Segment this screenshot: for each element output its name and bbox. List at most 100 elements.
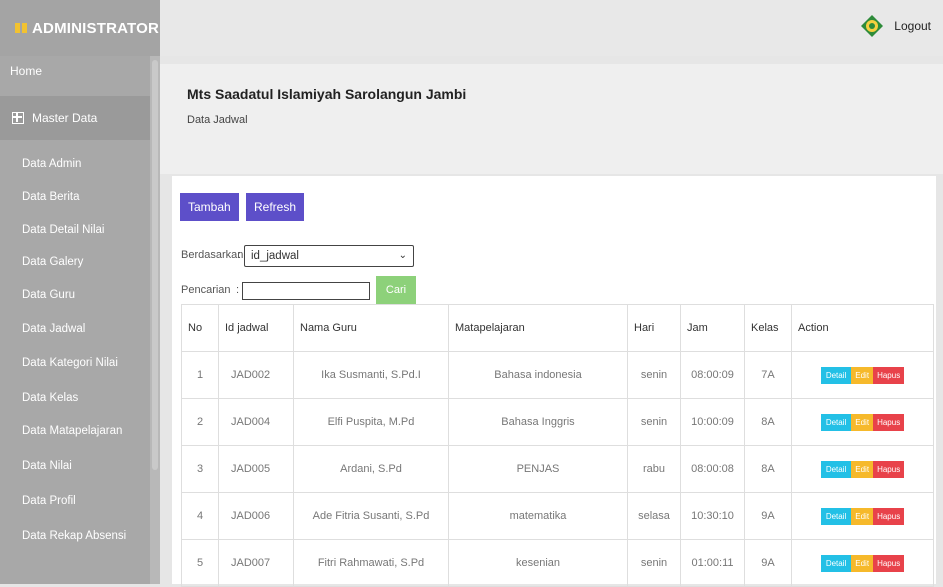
cell-kelas: 9A bbox=[744, 539, 792, 587]
cell-no: 4 bbox=[181, 492, 219, 540]
brand[interactable]: ADMINISTRATOR bbox=[0, 0, 160, 56]
cell-nama-guru: Elfi Puspita, M.Pd bbox=[293, 398, 449, 446]
cell-action: Detail Edit Hapus bbox=[791, 492, 934, 540]
cell-action: Detail Edit Hapus bbox=[791, 351, 934, 399]
cell-nama-guru: Ika Susmanti, S.Pd.I bbox=[293, 351, 449, 399]
page-subtitle: Data Jadwal bbox=[187, 114, 248, 126]
sidebar-item-data-jadwal[interactable]: Data Jadwal bbox=[22, 323, 85, 335]
chevron-down-icon: ⌄ bbox=[398, 250, 407, 261]
detail-button[interactable]: Detail bbox=[820, 460, 852, 478]
col-header-matapelajaran: Matapelajaran bbox=[448, 304, 628, 352]
cell-no: 1 bbox=[181, 351, 219, 399]
sidebar-item-data-nilai[interactable]: Data Nilai bbox=[22, 460, 72, 472]
hapus-button[interactable]: Hapus bbox=[873, 460, 905, 478]
edit-button[interactable]: Edit bbox=[851, 460, 874, 478]
hapus-button[interactable]: Hapus bbox=[873, 413, 905, 431]
table-row: 1 JAD002 Ika Susmanti, S.Pd.I Bahasa indone… bbox=[181, 351, 934, 399]
col-header-kelas: Kelas bbox=[744, 304, 792, 352]
sidebar-item-data-admin[interactable]: Data Admin bbox=[22, 158, 81, 170]
edit-button[interactable]: Edit bbox=[851, 507, 874, 525]
action-group: Detail Edit Hapus bbox=[820, 413, 905, 431]
brand-icon bbox=[15, 23, 27, 33]
cell-kelas: 8A bbox=[744, 445, 792, 493]
berdasarkan-label: Berdasarkan bbox=[181, 249, 244, 261]
cell-action: Detail Edit Hapus bbox=[791, 398, 934, 446]
action-group: Detail Edit Hapus bbox=[820, 507, 905, 525]
table-row: 5 JAD007 Fitri Rahmawati, S.Pd kesenian seni… bbox=[181, 539, 934, 587]
cell-id-jadwal: JAD004 bbox=[218, 398, 294, 446]
sidebar-scroll-thumb[interactable] bbox=[152, 60, 158, 470]
detail-button[interactable]: Detail bbox=[820, 413, 852, 431]
search-input[interactable] bbox=[242, 282, 370, 300]
edit-button[interactable]: Edit bbox=[851, 554, 874, 572]
sidebar-item-master-data[interactable]: Master Data bbox=[0, 96, 150, 140]
sidebar-item-data-matapelajaran[interactable]: Data Matapelajaran bbox=[22, 425, 122, 437]
cell-jam: 08:00:08 bbox=[680, 445, 745, 493]
logout-label: Logout bbox=[894, 19, 931, 33]
sidebar-item-data-berita[interactable]: Data Berita bbox=[22, 191, 80, 203]
brand-title: ADMINISTRATOR bbox=[32, 19, 160, 37]
edit-button[interactable]: Edit bbox=[851, 366, 874, 384]
cell-nama-guru: Fitri Rahmawati, S.Pd bbox=[293, 539, 449, 587]
cell-jam: 10:30:10 bbox=[680, 492, 745, 540]
sidebar-item-data-kategori-nilai[interactable]: Data Kategori Nilai bbox=[22, 357, 118, 369]
table-icon bbox=[12, 112, 24, 124]
page-header: Mts Saadatul Islamiyah Sarolangun Jambi … bbox=[160, 64, 943, 174]
jadwal-table: No Id jadwal Nama Guru Matapelajaran Har… bbox=[181, 304, 934, 587]
cell-id-jadwal: JAD006 bbox=[218, 492, 294, 540]
cell-matapelajaran: Bahasa Inggris bbox=[448, 398, 628, 446]
cari-button[interactable]: Cari bbox=[376, 276, 416, 304]
edit-button[interactable]: Edit bbox=[851, 413, 874, 431]
detail-button[interactable]: Detail bbox=[820, 554, 852, 572]
main-content: Mts Saadatul Islamiyah Sarolangun Jambi … bbox=[160, 56, 943, 587]
detail-button[interactable]: Detail bbox=[820, 366, 852, 384]
table-row: 3 JAD005 Ardani, S.Pd PENJAS rabu 08:00:08 8A D… bbox=[181, 445, 934, 493]
filter-select[interactable]: id_jadwal ⌄ bbox=[244, 245, 414, 267]
tambah-button[interactable]: Tambah bbox=[180, 193, 239, 221]
action-group: Detail Edit Hapus bbox=[820, 460, 905, 478]
cell-nama-guru: Ade Fitria Susanti, S.Pd bbox=[293, 492, 449, 540]
cell-hari: senin bbox=[627, 539, 681, 587]
cell-hari: senin bbox=[627, 398, 681, 446]
cell-action: Detail Edit Hapus bbox=[791, 445, 934, 493]
colon-separator: : bbox=[238, 249, 242, 261]
detail-button[interactable]: Detail bbox=[820, 507, 852, 525]
cell-jam: 08:00:09 bbox=[680, 351, 745, 399]
col-header-jam: Jam bbox=[680, 304, 745, 352]
hapus-button[interactable]: Hapus bbox=[873, 554, 905, 572]
ministry-logo-icon bbox=[861, 15, 884, 37]
col-header-nama-guru: Nama Guru bbox=[293, 304, 449, 352]
sidebar-item-data-guru[interactable]: Data Guru bbox=[22, 289, 75, 301]
action-group: Detail Edit Hapus bbox=[820, 554, 905, 572]
cell-id-jadwal: JAD007 bbox=[218, 539, 294, 587]
table-row: 2 JAD004 Elfi Puspita, M.Pd Bahasa Inggris s… bbox=[181, 398, 934, 446]
table-header-row: No Id jadwal Nama Guru Matapelajaran Har… bbox=[181, 304, 934, 352]
cell-matapelajaran: Bahasa indonesia bbox=[448, 351, 628, 399]
sidebar-item-data-kelas[interactable]: Data Kelas bbox=[22, 392, 78, 404]
cell-no: 2 bbox=[181, 398, 219, 446]
cell-no: 3 bbox=[181, 445, 219, 493]
cell-kelas: 9A bbox=[744, 492, 792, 540]
sidebar-item-data-profil[interactable]: Data Profil bbox=[22, 495, 76, 507]
data-panel: Tambah Refresh Berdasarkan : id_jadwal ⌄… bbox=[172, 176, 936, 587]
refresh-button[interactable]: Refresh bbox=[246, 193, 305, 221]
logout-button[interactable]: Logout bbox=[860, 14, 931, 38]
sidebar-item-data-rekap-absensi[interactable]: Data Rekap Absensi bbox=[22, 530, 126, 542]
col-header-hari: Hari bbox=[627, 304, 681, 352]
cell-id-jadwal: JAD005 bbox=[218, 445, 294, 493]
filter-select-value: id_jadwal bbox=[251, 250, 299, 262]
cell-hari: selasa bbox=[627, 492, 681, 540]
cell-no: 5 bbox=[181, 539, 219, 587]
cell-matapelajaran: kesenian bbox=[448, 539, 628, 587]
cell-jam: 01:00:11 bbox=[680, 539, 745, 587]
table-body: 1 JAD002 Ika Susmanti, S.Pd.I Bahasa indone… bbox=[181, 351, 934, 587]
cell-matapelajaran: matematika bbox=[448, 492, 628, 540]
hapus-button[interactable]: Hapus bbox=[873, 366, 905, 384]
cell-kelas: 8A bbox=[744, 398, 792, 446]
cell-action: Detail Edit Hapus bbox=[791, 539, 934, 587]
cell-jam: 10:00:09 bbox=[680, 398, 745, 446]
sidebar-item-home[interactable]: Home bbox=[10, 64, 160, 78]
hapus-button[interactable]: Hapus bbox=[873, 507, 905, 525]
sidebar-item-data-galery[interactable]: Data Galery bbox=[22, 256, 83, 268]
sidebar-item-data-detail-nilai[interactable]: Data Detail Nilai bbox=[22, 224, 104, 236]
